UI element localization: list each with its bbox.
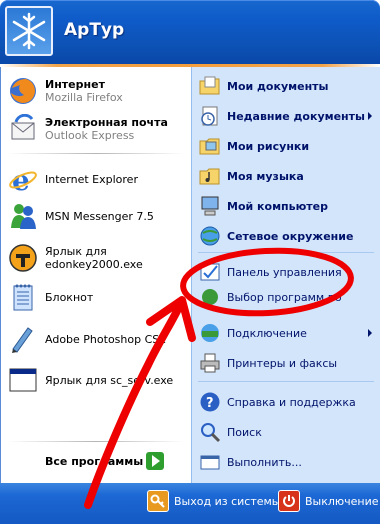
photoshop-icon bbox=[7, 323, 39, 355]
music-folder-icon bbox=[198, 164, 222, 188]
right-item-label: Справка и поддержка bbox=[227, 395, 356, 409]
right-item-program-defaults[interactable]: Выбор программ по bbox=[198, 285, 342, 309]
recent-documents-icon bbox=[198, 104, 222, 128]
right-item-label: Выполнить... bbox=[227, 455, 302, 469]
recent-item[interactable]: MSN Messenger 7.5 bbox=[7, 200, 154, 232]
right-item-label: Мой компьютер bbox=[227, 199, 329, 213]
right-item-control-panel[interactable]: Панель управления bbox=[198, 260, 342, 284]
submenu-arrow-icon bbox=[368, 329, 372, 337]
right-item-label: Недавние документы bbox=[227, 109, 365, 123]
right-item-my-pictures[interactable]: Мои рисунки bbox=[198, 134, 309, 158]
shutdown-button[interactable]: Выключение bbox=[278, 490, 379, 512]
firefox-icon bbox=[7, 75, 39, 107]
key-icon bbox=[147, 490, 169, 512]
username-label: АрТур bbox=[64, 20, 125, 40]
right-item-recent-documents[interactable]: Недавние документы bbox=[198, 104, 365, 128]
right-item-my-music[interactable]: Моя музыка bbox=[198, 164, 304, 188]
pinned-subtitle: Outlook Express bbox=[45, 129, 135, 142]
pinned-title: Электронная почта bbox=[45, 116, 168, 129]
edonkey-icon bbox=[7, 242, 39, 274]
user-avatar[interactable] bbox=[5, 6, 53, 56]
left-separator bbox=[7, 441, 185, 442]
right-separator bbox=[198, 381, 374, 382]
pinned-item-internet[interactable]: Интернет Mozilla Firefox bbox=[7, 75, 123, 107]
control-panel-icon bbox=[198, 260, 222, 284]
logoff-button[interactable]: Выход из системы bbox=[147, 490, 280, 512]
right-item-label: Панель управления bbox=[227, 265, 342, 279]
all-programs-label[interactable]: Все программы bbox=[45, 455, 143, 468]
notepad-icon bbox=[7, 281, 39, 313]
left-separator bbox=[7, 153, 185, 154]
recent-item[interactable]: Ярлык для sc_serv.exe bbox=[7, 364, 173, 396]
recent-label: Adobe Photoshop CS2 bbox=[45, 332, 167, 346]
right-item-label: Выбор программ по bbox=[227, 290, 342, 304]
shutdown-label: Выключение bbox=[305, 494, 379, 508]
right-item-label: Мои документы bbox=[227, 79, 329, 93]
recent-item[interactable]: Adobe Photoshop CS2 bbox=[7, 323, 166, 355]
window-app-icon bbox=[7, 364, 39, 396]
program-defaults-icon bbox=[198, 285, 222, 309]
search-icon bbox=[198, 420, 222, 444]
pinned-subtitle: Mozilla Firefox bbox=[45, 91, 123, 104]
svg-text:?: ? bbox=[206, 396, 214, 411]
submenu-arrow-icon bbox=[368, 112, 372, 120]
network-icon bbox=[198, 224, 222, 248]
pinned-title: Интернет bbox=[45, 78, 105, 91]
snowflake-icon bbox=[12, 12, 46, 50]
right-item-label: Поиск bbox=[227, 425, 262, 439]
msn-messenger-icon bbox=[7, 200, 39, 232]
right-item-my-computer[interactable]: Мой компьютер bbox=[198, 194, 328, 218]
right-item-label: Мои рисунки bbox=[227, 139, 310, 153]
computer-icon bbox=[198, 194, 222, 218]
run-icon bbox=[198, 450, 222, 474]
start-menu-footer: Выход из системы Выключение bbox=[0, 483, 380, 524]
recent-label: Ярлык для edonkey2000.exe bbox=[45, 245, 143, 271]
right-item-label: Сетевое окружение bbox=[227, 229, 354, 243]
power-icon bbox=[278, 490, 300, 512]
right-separator bbox=[198, 252, 374, 253]
right-item-help[interactable]: ? Справка и поддержка bbox=[198, 390, 356, 414]
recent-label: Internet Explorer bbox=[45, 172, 138, 186]
internet-explorer-icon: e bbox=[7, 163, 39, 195]
right-item-label: Подключение bbox=[227, 326, 307, 340]
pictures-folder-icon bbox=[198, 134, 222, 158]
programs-panel: Интернет Mozilla Firefox Электронная почт… bbox=[0, 67, 191, 483]
right-item-connect[interactable]: Подключение bbox=[198, 321, 307, 345]
connect-icon bbox=[198, 321, 222, 345]
start-menu-header: АрТур bbox=[0, 0, 380, 64]
right-item-search[interactable]: Поиск bbox=[198, 420, 262, 444]
right-item-printers[interactable]: Принтеры и факсы bbox=[198, 351, 337, 375]
right-item-network[interactable]: Сетевое окружение bbox=[198, 224, 353, 248]
green-arrow-icon[interactable] bbox=[146, 452, 164, 470]
logoff-label: Выход из системы bbox=[174, 494, 281, 508]
documents-folder-icon bbox=[198, 74, 222, 98]
recent-item[interactable]: e Internet Explorer bbox=[7, 163, 138, 195]
places-panel: Мои документы Недавние документы Мои рис… bbox=[191, 67, 380, 483]
recent-label: MSN Messenger 7.5 bbox=[45, 209, 154, 223]
right-item-label: Моя музыка bbox=[227, 169, 304, 183]
right-item-run[interactable]: Выполнить... bbox=[198, 450, 302, 474]
recent-label: Ярлык для sc_serv.exe bbox=[45, 373, 174, 387]
pinned-item-email[interactable]: Электронная почта Outlook Express bbox=[7, 113, 168, 145]
recent-item[interactable]: Блокнот bbox=[7, 281, 93, 313]
recent-label: Блокнот bbox=[45, 290, 94, 304]
recent-item[interactable]: Ярлык для edonkey2000.exe bbox=[7, 242, 175, 274]
help-icon: ? bbox=[198, 390, 222, 414]
right-item-label: Принтеры и факсы bbox=[227, 356, 338, 370]
right-item-my-documents[interactable]: Мои документы bbox=[198, 74, 329, 98]
outlook-express-icon bbox=[7, 113, 39, 145]
printer-icon bbox=[198, 351, 222, 375]
